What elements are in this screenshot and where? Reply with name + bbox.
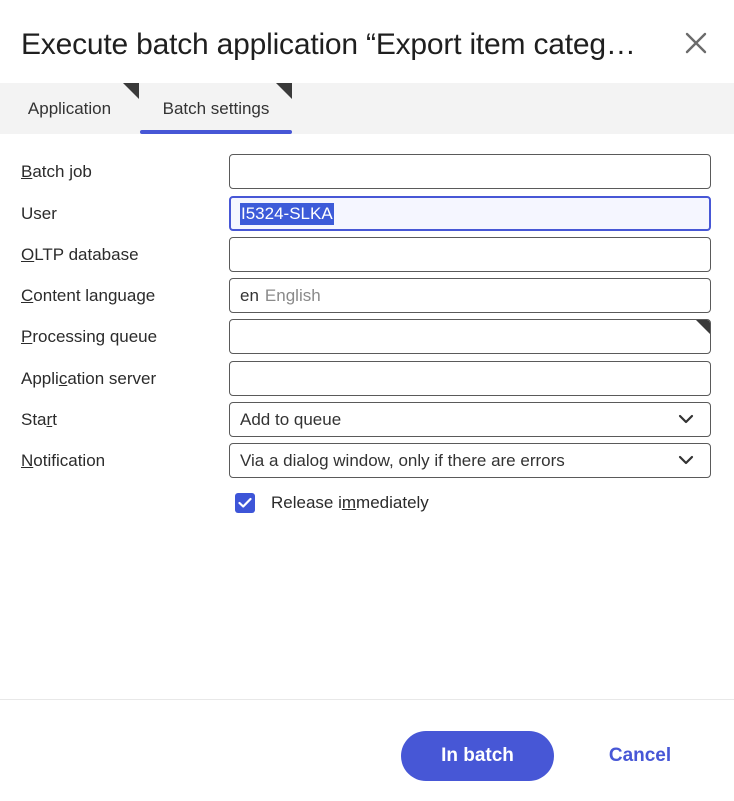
checkmark-icon: [238, 497, 252, 508]
row-oltp-database: OLTP database: [0, 237, 734, 273]
close-button[interactable]: [682, 29, 710, 57]
field-corner-marker: [696, 320, 710, 334]
application-server-field[interactable]: [229, 361, 711, 396]
row-application-server: Application server: [0, 361, 734, 397]
notification-label: Notification: [21, 451, 106, 470]
release-immediately-checkbox[interactable]: [235, 493, 255, 513]
row-notification: Notification Via a dialog window, only i…: [0, 443, 734, 479]
chevron-down-icon: [678, 455, 694, 465]
tab-batch-settings-label: Batch settings: [162, 98, 270, 118]
tab-application-label: Application: [27, 98, 112, 118]
tab-application[interactable]: Application: [0, 83, 139, 134]
active-tab-indicator: [140, 130, 292, 134]
dialog-title: Execute batch application “Export item c…: [21, 28, 636, 61]
user-value: I5324-SLKA: [240, 202, 334, 225]
user-label: User: [21, 204, 57, 223]
release-immediately-checkbox-row[interactable]: Release immediately: [235, 491, 429, 515]
notification-value: Via a dialog window, only if there are e…: [240, 450, 565, 470]
content-language-description: English: [264, 285, 321, 305]
start-label: Start: [21, 410, 57, 429]
row-batch-job: Batch job: [0, 154, 734, 190]
in-batch-button[interactable]: In batch: [401, 731, 554, 781]
row-user: User I5324-SLKA: [0, 196, 734, 232]
tab-corner-marker: [276, 83, 292, 99]
tab-batch-settings[interactable]: Batch settings: [140, 83, 292, 134]
release-immediately-label: Release immediately: [271, 493, 429, 512]
row-start: Start Add to queue: [0, 402, 734, 438]
batch-job-field[interactable]: [229, 154, 711, 189]
user-field[interactable]: I5324-SLKA: [229, 196, 711, 231]
row-processing-queue: Processing queue: [0, 319, 734, 355]
application-server-label: Application server: [21, 369, 157, 388]
close-icon: [685, 32, 707, 54]
content-language-field[interactable]: en English: [229, 278, 711, 313]
tab-corner-marker: [123, 83, 139, 99]
cancel-button[interactable]: Cancel: [595, 731, 685, 781]
notification-select[interactable]: Via a dialog window, only if there are e…: [229, 443, 711, 478]
start-select[interactable]: Add to queue: [229, 402, 711, 437]
row-content-language: Content language en English: [0, 278, 734, 314]
start-value: Add to queue: [240, 409, 342, 429]
content-language-label: Content language: [21, 286, 156, 305]
oltp-database-label: OLTP database: [21, 245, 139, 264]
oltp-database-field[interactable]: [229, 237, 711, 272]
batch-job-label: Batch job: [21, 162, 92, 181]
processing-queue-field[interactable]: [229, 319, 711, 354]
chevron-down-icon: [678, 414, 694, 424]
content-language-code: en: [240, 285, 259, 305]
tab-bar: Application Batch settings: [0, 83, 734, 134]
footer-divider: [0, 699, 734, 700]
processing-queue-label: Processing queue: [21, 327, 158, 346]
